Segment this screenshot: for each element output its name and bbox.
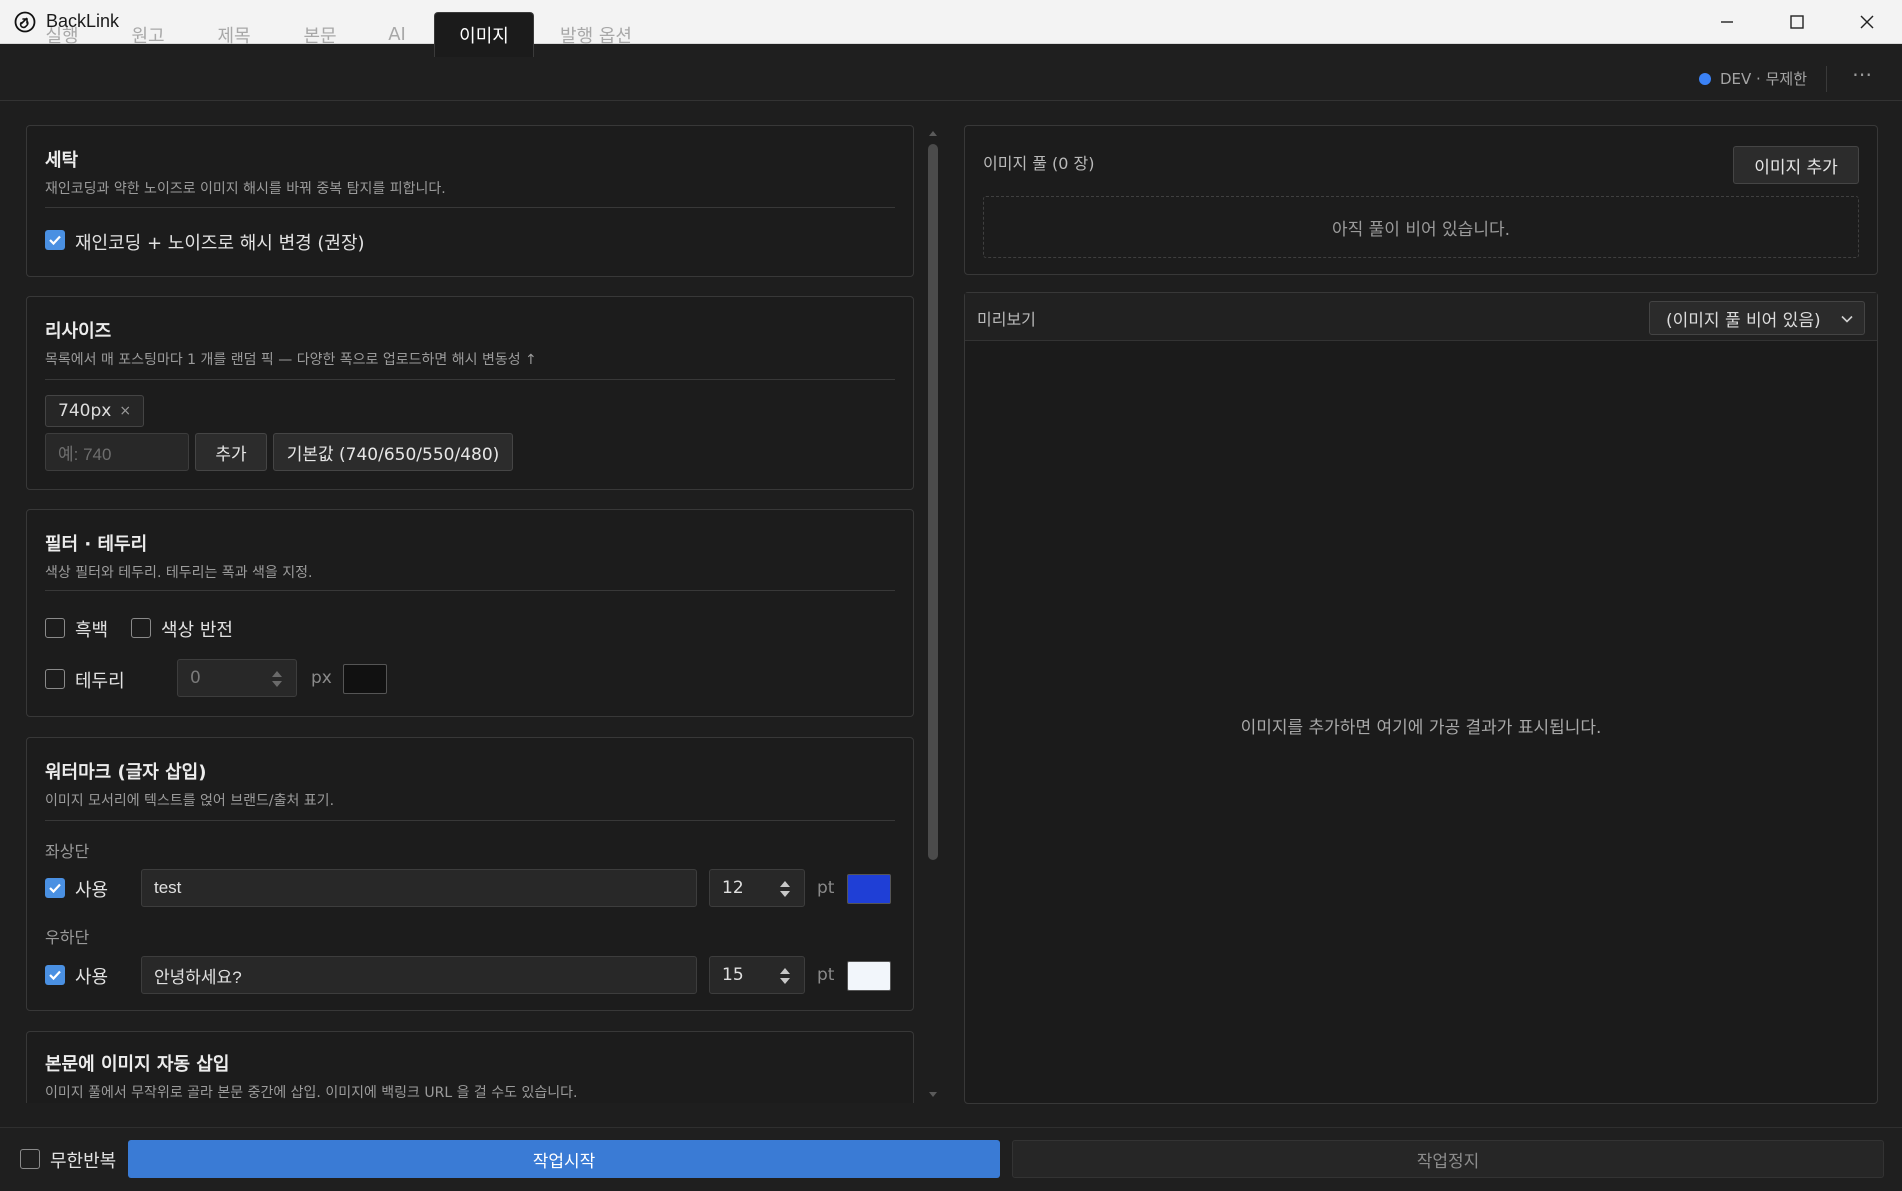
title-bar: BackLink	[0, 0, 1902, 44]
resize-default-button[interactable]: 기본값 (740/650/550/480)	[273, 433, 513, 471]
add-image-button[interactable]: 이미지 추가	[1733, 146, 1859, 184]
top-left-enable-label: 사용	[75, 880, 109, 901]
image-pool-title: 이미지 풀 (0 장)	[983, 154, 1095, 173]
maximize-button[interactable]	[1762, 0, 1832, 44]
preview-label: 미리보기	[977, 310, 1036, 329]
maximize-icon	[1790, 15, 1804, 29]
tab-image[interactable]: 이미지	[434, 12, 534, 57]
chip-remove-icon[interactable]: ×	[119, 403, 131, 419]
filter-desc: 색상 필터와 테두리. 테두리는 폭과 색을 지정.	[45, 565, 313, 581]
resize-chip-740: 740px ×	[45, 395, 145, 427]
wash-checkbox[interactable]	[45, 230, 65, 250]
chevron-down-icon	[1841, 315, 1853, 323]
resize-width-input[interactable]: 예: 740	[45, 433, 189, 471]
grayscale-checkbox[interactable]	[45, 618, 65, 638]
top-left-size-unit: pt	[817, 878, 835, 898]
check-icon	[49, 883, 61, 894]
resize-title: 리사이즈	[45, 321, 112, 342]
close-button[interactable]	[1832, 0, 1902, 44]
image-pool-card: 이미지 풀 (0 장) 이미지 추가 아직 풀이 비어 있습니다.	[964, 125, 1878, 275]
top-left-size-stepper[interactable]: 12	[709, 869, 805, 907]
check-icon	[49, 235, 61, 246]
divider	[45, 207, 895, 208]
more-menu-button[interactable]: ⋯	[1850, 62, 1874, 86]
preview-select-value: (이미지 풀 비어 있음)	[1666, 310, 1821, 331]
watermark-desc: 이미지 모서리에 텍스트를 얹어 브랜드/출처 표기.	[45, 793, 335, 809]
watermark-title: 워터마크 (글자 삽입)	[45, 762, 207, 783]
tab-run[interactable]: 실행	[30, 12, 94, 57]
tab-manuscript[interactable]: 원고	[116, 12, 180, 57]
stop-button[interactable]: 작업정지	[1012, 1140, 1884, 1178]
tab-ai[interactable]: AI	[374, 12, 420, 57]
divider	[45, 379, 895, 380]
wash-desc: 재인코딩과 약한 노이즈로 이미지 해시를 바꿔 중복 탐지를 피합니다.	[45, 181, 446, 197]
invert-label: 색상 반전	[161, 620, 233, 641]
invert-checkbox[interactable]	[131, 618, 151, 638]
stepper-arrows-icon[interactable]	[270, 667, 284, 691]
image-pool-empty: 아직 풀이 비어 있습니다.	[983, 196, 1859, 258]
grayscale-label: 흑백	[75, 620, 109, 641]
bottom-right-size-value: 15	[722, 965, 744, 985]
tab-title[interactable]: 제목	[202, 12, 266, 57]
preview-empty-text: 이미지를 추가하면 여기에 가공 결과가 표시됩니다.	[1240, 718, 1602, 738]
chip-label: 740px	[58, 401, 112, 421]
autoinsert-card: 본문에 이미지 자동 삽입 이미지 풀에서 무작위로 골라 본문 중간에 삽입.…	[26, 1031, 914, 1103]
stepper-arrows-icon[interactable]	[778, 877, 792, 901]
start-button[interactable]: 작업시작	[128, 1140, 1000, 1178]
divider	[45, 590, 895, 591]
bottom-right-color-swatch[interactable]	[847, 961, 891, 991]
scroll-down-icon[interactable]	[927, 1090, 939, 1100]
minimize-button[interactable]	[1692, 0, 1762, 44]
stepper-arrows-icon[interactable]	[778, 964, 792, 988]
tab-publish-options[interactable]: 발행 옵션	[550, 12, 642, 57]
check-icon	[49, 970, 61, 981]
top-left-text-input[interactable]: test	[141, 869, 697, 907]
watermark-card: 워터마크 (글자 삽입) 이미지 모서리에 텍스트를 얹어 브랜드/출처 표기.…	[26, 737, 914, 1011]
top-left-color-swatch[interactable]	[847, 874, 891, 904]
bottom-right-size-stepper[interactable]: 15	[709, 956, 805, 994]
tab-bar	[0, 44, 1902, 101]
autoinsert-desc: 이미지 풀에서 무작위로 골라 본문 중간에 삽입. 이미지에 백링크 URL …	[45, 1085, 578, 1101]
preview-image-select[interactable]: (이미지 풀 비어 있음)	[1649, 301, 1865, 335]
border-width-stepper[interactable]: 0	[177, 659, 297, 697]
resize-add-button[interactable]: 추가	[195, 433, 267, 471]
autoinsert-title: 본문에 이미지 자동 삽입	[45, 1054, 230, 1075]
border-checkbox[interactable]	[45, 669, 65, 689]
wash-title: 세탁	[45, 150, 79, 171]
bottom-right-text-input[interactable]: 안녕하세요?	[141, 956, 697, 994]
top-left-enable-checkbox[interactable]	[45, 878, 65, 898]
top-left-size-value: 12	[722, 878, 744, 898]
filter-card: 필터 · 테두리 색상 필터와 테두리. 테두리는 폭과 색을 지정. 흑백 색…	[26, 509, 914, 717]
filter-title: 필터 · 테두리	[45, 534, 148, 555]
divider	[45, 820, 895, 821]
bottom-right-enable-checkbox[interactable]	[45, 965, 65, 985]
border-unit: px	[311, 668, 332, 688]
bottom-right-heading: 우하단	[45, 928, 90, 947]
wash-card: 세탁 재인코딩과 약한 노이즈로 이미지 해시를 바꿔 중복 탐지를 피합니다.…	[26, 125, 914, 277]
scroll-up-icon[interactable]	[927, 128, 939, 138]
preview-header: 미리보기 (이미지 풀 비어 있음)	[965, 293, 1877, 341]
bottom-right-size-unit: pt	[817, 965, 835, 985]
border-label: 테두리	[75, 671, 125, 692]
preview-card: 미리보기 (이미지 풀 비어 있음) 이미지를 추가하면 여기에 가공 결과가 …	[964, 292, 1878, 1104]
left-scrollbar-thumb[interactable]	[928, 144, 938, 860]
divider	[1826, 66, 1827, 92]
minimize-icon	[1721, 21, 1733, 23]
tab-body[interactable]: 본문	[288, 12, 352, 57]
loop-label: 무한반복	[50, 1151, 117, 1172]
top-left-heading: 좌상단	[45, 842, 90, 861]
loop-checkbox[interactable]	[20, 1149, 40, 1169]
bottom-right-enable-label: 사용	[75, 967, 109, 988]
close-icon	[1860, 15, 1874, 29]
border-width-value: 0	[190, 668, 201, 688]
border-color-swatch[interactable]	[343, 664, 387, 694]
status-text: DEV · 무제한	[1720, 70, 1807, 88]
wash-checkbox-label: 재인코딩 + 노이즈로 해시 변경 (권장)	[75, 233, 365, 254]
more-icon: ⋯	[1852, 62, 1872, 86]
status-dot	[1699, 73, 1711, 85]
resize-card: 리사이즈 목록에서 매 포스팅마다 1 개를 랜덤 픽 — 다양한 폭으로 업로…	[26, 296, 914, 490]
resize-desc: 목록에서 매 포스팅마다 1 개를 랜덤 픽 — 다양한 폭으로 업로드하면 해…	[45, 352, 537, 368]
